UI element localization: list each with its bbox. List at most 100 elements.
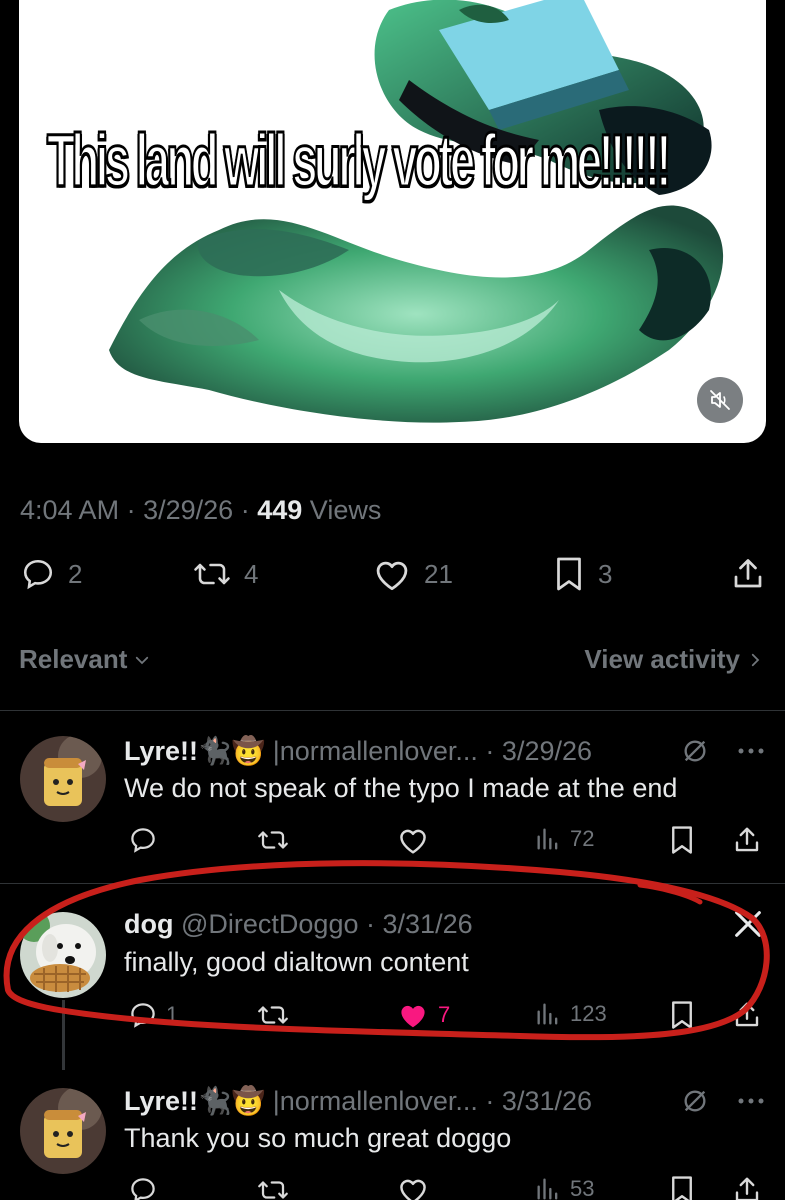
reply-button[interactable] <box>128 825 158 855</box>
bookmark-icon <box>672 826 692 854</box>
views-count: 72 <box>570 826 595 851</box>
repost-button[interactable] <box>256 1175 290 1200</box>
avatar[interactable] <box>20 912 106 998</box>
bookmark-icon <box>672 1001 692 1029</box>
reply-item[interactable]: dog @DirectDoggo · 3/31/26 finally, good… <box>0 907 785 1037</box>
reply-header: dog @DirectDoggo · 3/31/26 <box>124 909 473 940</box>
reply-date[interactable]: 3/29/26 <box>502 736 592 766</box>
chevron-right-icon <box>751 653 760 666</box>
reply-date[interactable]: 3/31/26 <box>383 909 473 939</box>
repost-count: 4 <box>244 558 259 589</box>
meta-separator: · <box>485 1086 495 1116</box>
reply-handle[interactable]: @DirectDoggo <box>181 909 358 939</box>
views-chart-icon <box>537 1178 558 1200</box>
views-chart-icon <box>537 1003 558 1025</box>
reply-bubble-icon <box>131 1178 155 1200</box>
repost-icon <box>194 563 230 585</box>
views-button[interactable]: 72 <box>534 825 594 853</box>
mute-toggle-button[interactable] <box>697 377 743 423</box>
view-activity-label: View activity <box>584 644 740 674</box>
reply-count: 1 <box>166 1002 179 1027</box>
thread-connector-line <box>62 1000 65 1070</box>
reply-handle[interactable]: |normallenlover... <box>273 1086 478 1116</box>
dog-avatar-image <box>20 912 106 998</box>
views-count: 53 <box>570 1176 595 1200</box>
reply-item[interactable]: Lyre!!🐈‍⬛🤠 |normallenlover... · 3/29/26 … <box>0 733 785 863</box>
post-views-count: 449 <box>257 495 303 525</box>
view-activity-link[interactable]: View activity <box>584 644 764 675</box>
reply-header: Lyre!!🐈‍⬛🤠 |normallenlover... · 3/31/26 <box>124 1085 592 1117</box>
toast-avatar-image <box>20 736 106 822</box>
repost-button[interactable] <box>256 1000 290 1030</box>
views-chart-icon <box>537 828 558 850</box>
avatar[interactable] <box>20 1088 106 1174</box>
reply-action-bar: 1 7 123 <box>0 1000 785 1034</box>
meta-separator: · <box>126 495 136 525</box>
like-button[interactable] <box>396 825 430 855</box>
reply-item[interactable]: Lyre!!🐈‍⬛🤠 |normallenlover... · 3/31/26 … <box>0 1083 785 1200</box>
post-timestamp-line: 4:04 AM · 3/29/26 · 449 Views <box>20 495 381 526</box>
reply-button[interactable]: 2 <box>20 556 82 592</box>
video-frame-art <box>109 0 724 423</box>
meta-separator: · <box>366 909 375 939</box>
post-media-video[interactable]: This land will surly vote for me!!!!!! <box>19 0 766 443</box>
like-button[interactable]: 21 <box>372 556 453 592</box>
reply-count: 2 <box>68 558 83 589</box>
bookmark-count: 3 <box>598 558 613 589</box>
bookmark-icon <box>557 557 581 591</box>
like-button-liked[interactable]: 7 <box>396 1000 450 1030</box>
bookmark-button[interactable] <box>668 1000 696 1030</box>
repost-button[interactable]: 4 <box>192 556 258 592</box>
reply-text: finally, good dialtown content <box>124 947 469 977</box>
repost-icon <box>258 1181 288 1199</box>
repost-button[interactable] <box>256 825 290 855</box>
share-icon <box>735 827 759 852</box>
reply-display-name[interactable]: Lyre!!🐈‍⬛🤠 <box>124 1086 265 1116</box>
post-time: 4:04 AM <box>20 495 120 525</box>
grok-icon[interactable] <box>681 1087 709 1115</box>
bookmark-button[interactable]: 3 <box>552 556 612 592</box>
like-count: 7 <box>438 1002 451 1027</box>
views-button[interactable]: 123 <box>534 1000 607 1028</box>
reply-display-name[interactable]: Lyre!!🐈‍⬛🤠 <box>124 736 265 766</box>
replies-sort-row: Relevant View activity <box>19 644 764 675</box>
heart-icon <box>400 1179 426 1200</box>
avatar[interactable] <box>20 736 106 822</box>
share-button[interactable] <box>732 1175 762 1200</box>
share-button[interactable] <box>732 1000 762 1030</box>
divider <box>0 883 785 884</box>
more-options-icon[interactable] <box>737 746 765 756</box>
reply-handle[interactable]: |normallenlover... <box>273 736 478 766</box>
reply-header-icons <box>681 1087 765 1115</box>
chevron-down-icon <box>136 656 149 664</box>
grok-icon[interactable] <box>681 737 709 765</box>
bookmark-button[interactable] <box>668 1175 696 1200</box>
sort-relevant-dropdown[interactable]: Relevant <box>19 644 151 675</box>
reply-display-name[interactable]: dog <box>124 909 173 939</box>
share-button[interactable] <box>730 556 766 592</box>
share-icon <box>735 1002 759 1027</box>
share-button[interactable] <box>732 825 762 855</box>
reply-button[interactable]: 1 <box>128 1000 178 1030</box>
reply-text: We do not speak of the typo I made at th… <box>124 773 678 803</box>
bookmark-button[interactable] <box>668 825 696 855</box>
share-icon <box>734 559 762 588</box>
reply-action-bar: 72 <box>0 825 785 859</box>
post-action-bar: 2 4 21 3 <box>0 556 785 606</box>
reply-bubble-icon <box>131 828 155 853</box>
reply-button[interactable] <box>128 1175 158 1200</box>
bookmark-icon <box>672 1176 692 1200</box>
reply-text: Thank you so much great doggo <box>124 1123 512 1153</box>
meta-separator: · <box>485 736 495 766</box>
post-views-label: Views <box>309 495 382 525</box>
views-count: 123 <box>570 1001 607 1026</box>
reply-action-bar: 53 <box>0 1175 785 1200</box>
reply-header: Lyre!!🐈‍⬛🤠 |normallenlover... · 3/29/26 <box>124 735 592 767</box>
close-icon[interactable] <box>731 907 765 941</box>
heart-filled-icon <box>401 1005 425 1028</box>
more-options-icon[interactable] <box>737 1096 765 1106</box>
toast-avatar-image <box>20 1088 106 1174</box>
like-button[interactable] <box>396 1175 430 1200</box>
reply-date[interactable]: 3/31/26 <box>502 1086 592 1116</box>
views-button[interactable]: 53 <box>534 1175 594 1200</box>
